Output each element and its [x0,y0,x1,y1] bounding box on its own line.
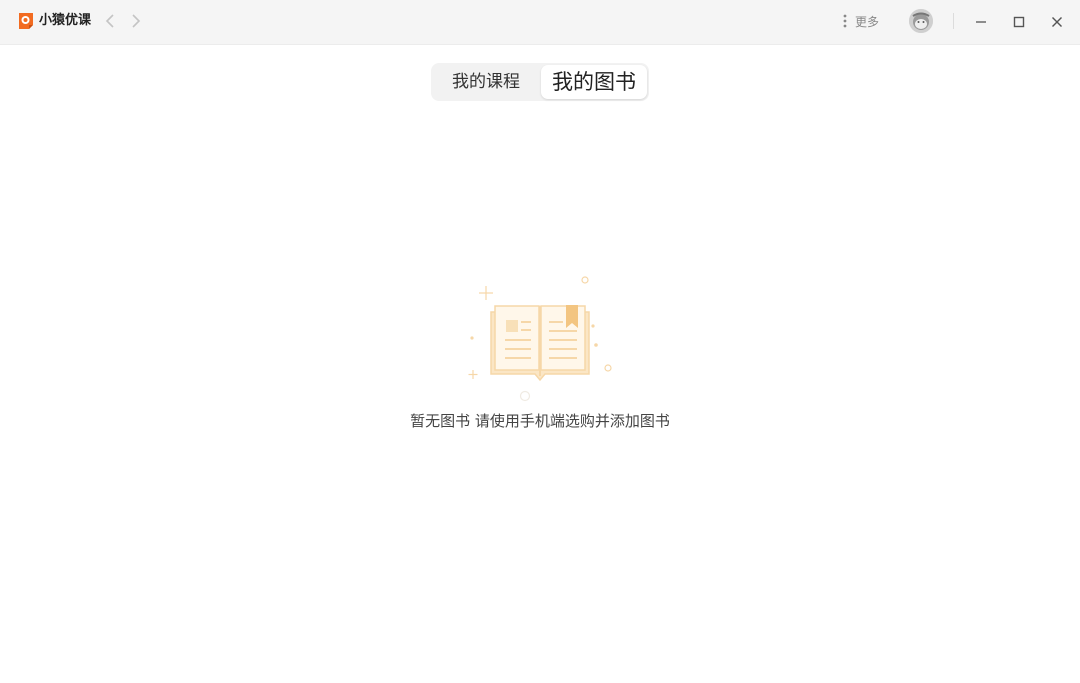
forward-chevron-icon[interactable] [128,13,142,29]
title-bar: 小猿优课 更多 [0,0,1080,45]
app-name: 小猿优课 [39,13,92,28]
maximize-icon[interactable] [1009,12,1029,32]
more-menu-button[interactable]: 更多 [843,11,879,31]
back-chevron-icon[interactable] [104,13,118,29]
more-label: 更多 [855,14,880,29]
empty-book-illustration [468,276,612,402]
monkey-avatar-icon [909,9,933,33]
minimize-icon[interactable] [971,12,991,32]
close-icon[interactable] [1047,12,1067,32]
tab-my-books[interactable]: 我的图书 [541,65,647,99]
app-logo-icon [19,13,33,29]
empty-state-message: 暂无图书 请使用手机端选购并添加图书 [410,412,670,430]
tab-my-courses[interactable]: 我的课程 [433,65,539,99]
library-tabs: 我的课程 我的图书 [431,63,649,101]
vertical-dots-icon [843,14,847,28]
titlebar-divider [953,13,954,29]
user-avatar[interactable] [909,9,933,33]
